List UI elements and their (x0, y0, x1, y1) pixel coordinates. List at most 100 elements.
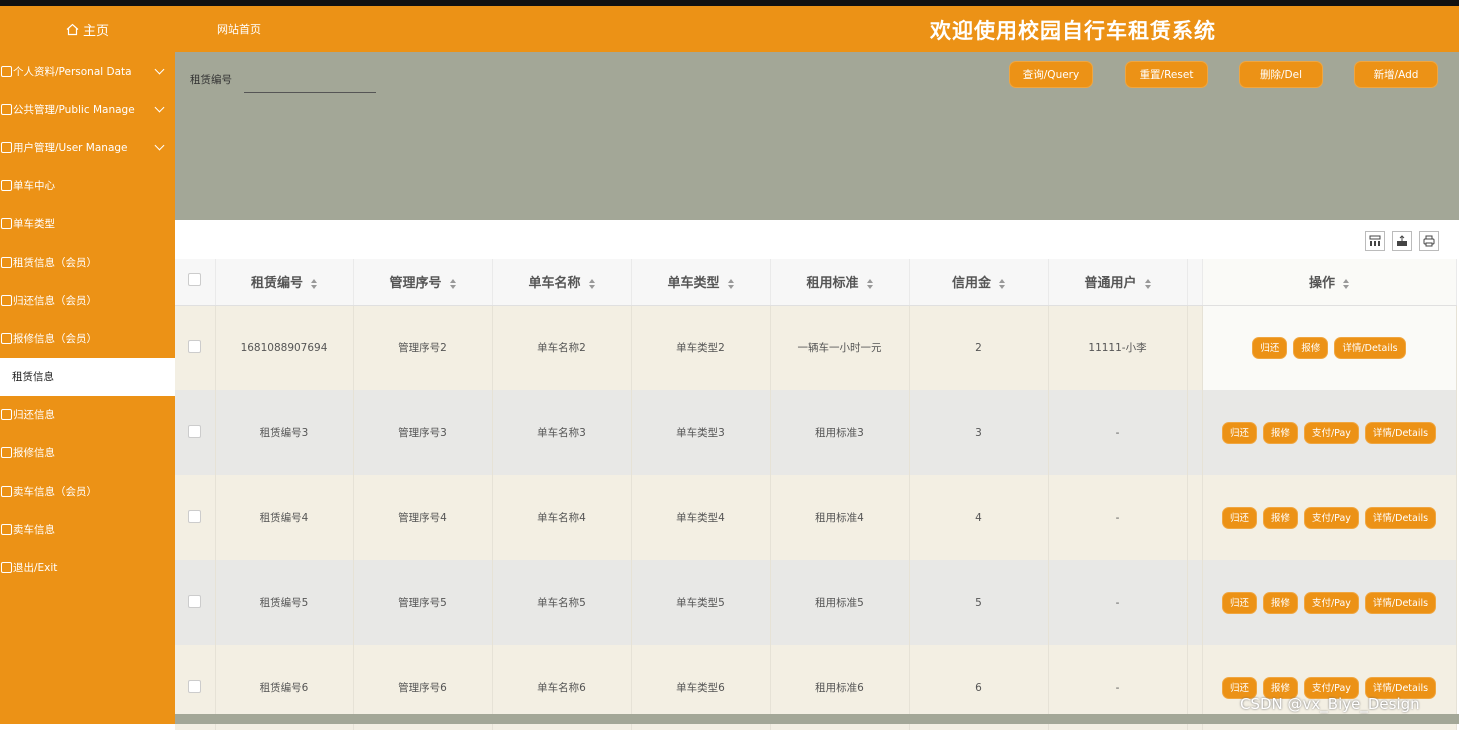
reset-button[interactable]: 重置/Reset (1125, 61, 1208, 88)
spacer-cell (1187, 390, 1203, 475)
column-header[interactable]: 单车名称 (492, 259, 632, 306)
page-title: 欢迎使用校园自行车租赁系统 (930, 19, 1216, 43)
column-header[interactable]: 管理序号 (353, 259, 493, 306)
table-header-row: 租赁编号 管理序号 单车名称 单车类型 租用标准 信用金 普通用户 操作 (175, 259, 1457, 306)
cell-standard: 租用标准4 (770, 475, 910, 560)
users-icon (1, 141, 12, 153)
watermark: CSDN @vx_Biye_Design (1240, 695, 1420, 713)
return-button[interactable]: 归还 (1221, 591, 1257, 614)
return-button[interactable]: 归还 (1221, 506, 1257, 529)
cell-bike-name: 单车名称2 (492, 305, 632, 390)
column-header[interactable]: 信用金 (909, 259, 1049, 306)
sidebar: 个人资料/Personal Data 公共管理/Public Manage 用户管理… (0, 52, 175, 724)
sidebar-item-1[interactable]: 公共管理/Public Manage (0, 90, 175, 128)
sort-icon[interactable] (311, 278, 317, 289)
sidebar-item-4[interactable]: 单车类型 (0, 205, 175, 243)
repair-button[interactable]: 报修 (1262, 421, 1298, 444)
details-button[interactable]: 详情/Details (1364, 421, 1437, 444)
column-header[interactable]: 单车类型 (631, 259, 771, 306)
header: 主页 网站首页 欢迎使用校园自行车租赁系统 (0, 6, 1459, 52)
bike-icon (1, 180, 12, 192)
sidebar-item-0[interactable]: 个人资料/Personal Data (0, 52, 175, 90)
query-button[interactable]: 查询/Query (1009, 61, 1093, 88)
table-row: 1681088907694 管理序号2 单车名称2 单车类型2 一辆车一小时一元 2 111… (175, 305, 1457, 390)
sort-icon[interactable] (1144, 278, 1151, 289)
home-link[interactable]: 主页 (0, 6, 175, 52)
repair-button[interactable]: 报修 (1293, 336, 1329, 359)
column-header-label: 单车类型 (667, 276, 720, 292)
cell-deposit: 4 (909, 475, 1049, 560)
sidebar-item-12[interactable]: 卖车信息 (0, 510, 175, 548)
sort-icon[interactable] (1343, 278, 1349, 289)
sidebar-item-10[interactable]: 报修信息 (0, 434, 175, 472)
column-header-label: 单车名称 (528, 276, 581, 292)
cell-user: 11111-小李 (1048, 305, 1188, 390)
pay-button[interactable]: 支付/Pay (1303, 506, 1359, 529)
row-checkbox[interactable] (188, 594, 202, 608)
sidebar-item-label: 单车中心 (13, 180, 55, 193)
select-all-checkbox[interactable] (188, 273, 202, 287)
repair-button[interactable]: 报修 (1262, 591, 1298, 614)
return-button[interactable]: 归还 (1221, 421, 1257, 444)
sidebar-item-13[interactable]: 退出/Exit (0, 548, 175, 586)
cell-deposit: 5 (909, 560, 1049, 645)
table-row: 租赁编号5 管理序号5 单车名称5 单车类型5 租用标准5 5- 归还 报修 支付/Pay 详情/… (175, 560, 1457, 645)
exit-icon (1, 562, 12, 574)
sidebar-item-9[interactable]: 归还信息 (0, 396, 175, 434)
cell-bike-type: 单车类型2 (631, 305, 771, 390)
sidebar-item-6[interactable]: 归还信息（会员） (0, 281, 175, 319)
sidebar-item-2[interactable]: 用户管理/User Manage (0, 128, 175, 166)
rent-icon (1, 256, 12, 268)
repair-button[interactable]: 报修 (1262, 506, 1298, 529)
sidebar-item-label: 退出/Exit (13, 562, 58, 575)
row-checkbox[interactable] (188, 339, 202, 353)
return-button[interactable]: 归还 (1252, 336, 1288, 359)
bottom-bar (175, 714, 1459, 724)
details-button[interactable]: 详情/Details (1364, 506, 1437, 529)
public-icon (1, 103, 12, 115)
column-header[interactable]: 操作 (1201, 259, 1457, 306)
user-icon (1, 65, 12, 77)
sort-icon[interactable] (999, 278, 1005, 289)
cell-actions: 归还 报修 支付/Pay 详情/Details (1202, 475, 1457, 560)
sidebar-item-8[interactable]: 租赁信息 (0, 357, 175, 396)
site-home-link[interactable]: 网站首页 (217, 21, 261, 37)
sidebar-item-5[interactable]: 租赁信息（会员） (0, 243, 175, 281)
cell-bike-type: 单车类型5 (631, 560, 771, 645)
sidebar-item-7[interactable]: 报修信息（会员） (0, 319, 175, 357)
pay-button[interactable]: 支付/Pay (1303, 421, 1359, 444)
column-header[interactable]: 租用标准 (770, 259, 910, 306)
sort-icon[interactable] (727, 278, 734, 289)
cell-rent-no: 租赁编号5 (215, 560, 354, 645)
delete-button[interactable]: 删除/Del (1239, 61, 1323, 88)
chevron-down-icon (154, 102, 165, 113)
sidebar-item-11[interactable]: 卖车信息（会员） (0, 472, 175, 510)
sort-icon[interactable] (588, 278, 595, 289)
pay-button[interactable]: 支付/Pay (1303, 591, 1359, 614)
chevron-down-icon (154, 64, 165, 75)
cell-manage-no: 管理序号2 (353, 305, 493, 390)
cell-standard: 一辆车一小时一元 (770, 305, 910, 390)
add-button[interactable]: 新增/Add (1354, 61, 1438, 88)
cell-actions: 归还 报修 详情/Details (1201, 305, 1457, 390)
export-icon[interactable] (1392, 231, 1412, 251)
spacer-cell (1187, 560, 1203, 645)
column-header[interactable]: 租赁编号 (215, 259, 354, 306)
print-icon[interactable] (1419, 231, 1439, 251)
row-checkbox[interactable] (188, 679, 202, 693)
row-checkbox[interactable] (188, 509, 202, 523)
cell-rent-no: 租赁编号4 (215, 475, 354, 560)
spacer-cell (1187, 305, 1203, 390)
sort-icon[interactable] (866, 278, 873, 289)
sort-icon[interactable] (449, 278, 456, 289)
tag-icon (1, 218, 12, 230)
search-input[interactable] (244, 66, 376, 93)
columns-icon[interactable] (1365, 231, 1385, 251)
column-header[interactable]: 普通用户 (1048, 259, 1188, 306)
sidebar-item-3[interactable]: 单车中心 (0, 167, 175, 205)
row-checkbox[interactable] (188, 424, 202, 438)
details-button[interactable]: 详情/Details (1364, 591, 1437, 614)
chevron-down-icon (154, 140, 165, 151)
sidebar-item-label: 归还信息（会员） (13, 294, 97, 307)
details-button[interactable]: 详情/Details (1334, 336, 1406, 359)
